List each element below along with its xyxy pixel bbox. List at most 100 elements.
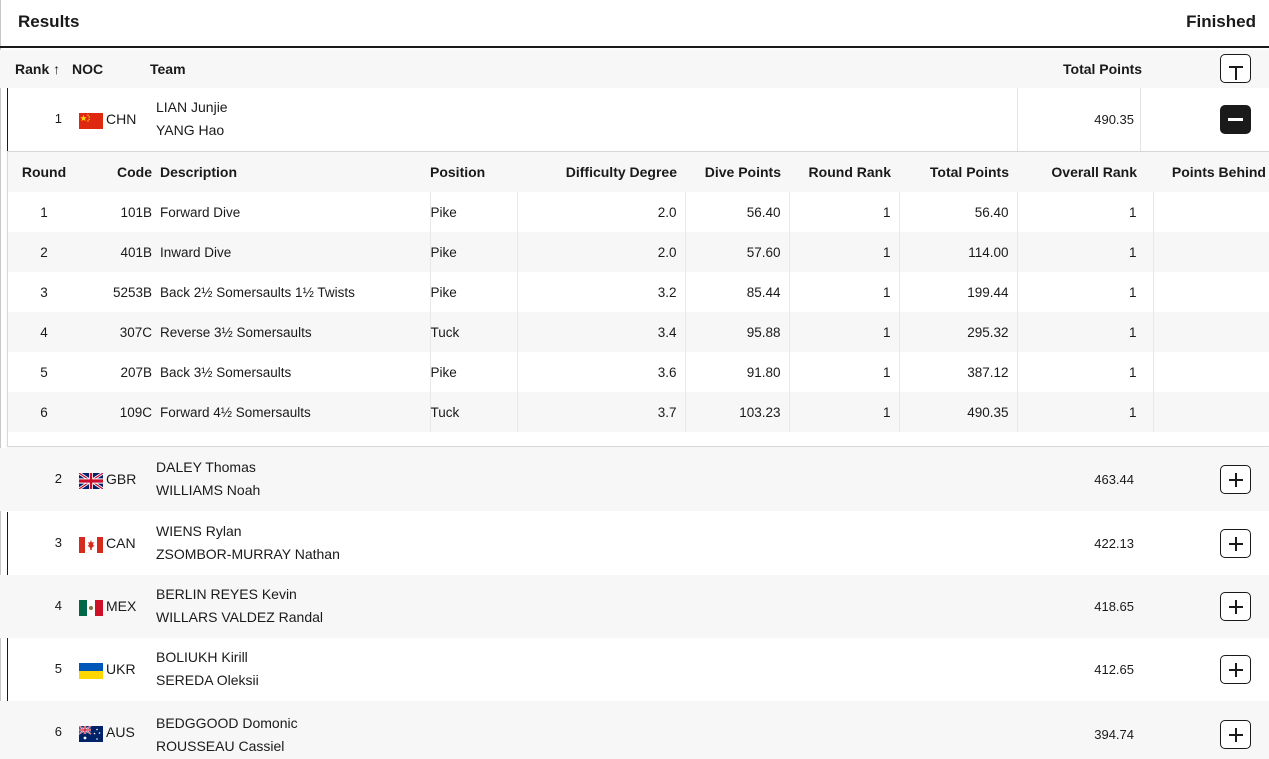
- dive-difficulty: 2.0: [517, 232, 686, 272]
- team-row-mex[interactable]: 4 MEX BERLIN REYES Kevin WILLARS VALDEZ …: [0, 575, 1269, 638]
- team-row-aus[interactable]: 6 AUS BEDGGOOD Domonic ROUSSEAU Cassiel …: [0, 701, 1269, 759]
- expand-button[interactable]: [1220, 465, 1251, 494]
- athlete-name[interactable]: BOLIUKH Kirill: [156, 649, 248, 665]
- dive-points-column-header: Dive Points: [685, 152, 789, 192]
- dive-points-behind: [1153, 232, 1269, 272]
- dive-dive-points: 91.80: [685, 352, 790, 392]
- dive-round-rank: 1: [789, 192, 900, 232]
- round-column-header: Round: [8, 152, 80, 192]
- team-rank: 6: [54, 724, 62, 739]
- dive-code: 307C: [80, 312, 152, 352]
- athlete-name[interactable]: BERLIN REYES Kevin: [156, 586, 297, 602]
- dive-details-panel: Round Code Description Position Difficul…: [7, 151, 1269, 447]
- athlete-name[interactable]: YANG Hao: [156, 122, 224, 138]
- expand-button[interactable]: [1220, 720, 1251, 749]
- team-total-points: 394.74: [1094, 727, 1134, 742]
- expand-button[interactable]: [1220, 655, 1251, 684]
- dive-points-behind: [1153, 392, 1269, 432]
- position-column-header: Position: [430, 152, 517, 192]
- athlete-name[interactable]: LIAN Junjie: [156, 99, 228, 115]
- dive-row: 4 307C Reverse 3½ Somersaults Tuck 3.4 95.88 1…: [8, 312, 1269, 352]
- dive-points-behind: [1153, 312, 1269, 352]
- page-title: Results: [18, 12, 80, 31]
- dive-position: Pike: [430, 352, 518, 392]
- team-noc: CAN: [106, 535, 136, 551]
- dive-position: Tuck: [430, 312, 518, 352]
- australia-flag-icon: [79, 726, 103, 742]
- dive-code: 5253B: [112, 284, 152, 300]
- overall-rank-column-header: Overall Rank: [1017, 152, 1153, 192]
- team-row-ukr[interactable]: 5 UKR BOLIUKH Kirill SEREDA Oleksii 412.…: [0, 638, 1269, 701]
- dive-row: 1 101B Forward Dive Pike 2.0 56.40 1 56.40 1: [8, 192, 1269, 232]
- dive-total-points: 114.00: [899, 232, 1018, 272]
- dive-points-behind: [1153, 272, 1269, 312]
- noc-column-header[interactable]: NOC: [72, 61, 103, 77]
- dive-difficulty: 2.0: [517, 192, 686, 232]
- dive-round: 3: [40, 284, 48, 300]
- collapse-button[interactable]: [1220, 105, 1251, 134]
- dive-row: 3 5253B Back 2½ Somersaults 1½ Twists Pike 3…: [8, 272, 1269, 312]
- dive-dive-points: 57.60: [685, 232, 790, 272]
- dive-overall-rank: 1: [1017, 392, 1154, 432]
- dive-position: Pike: [430, 232, 518, 272]
- team-column-header[interactable]: Team: [150, 61, 186, 77]
- athlete-name[interactable]: DALEY Thomas: [156, 459, 256, 475]
- team-row-can[interactable]: 3 CAN WIENS Rylan ZSOMBOR-MURRAY Nathan …: [0, 512, 1269, 575]
- dive-dive-points: 85.44: [685, 272, 790, 312]
- china-flag-icon: [79, 113, 103, 129]
- dive-total-points: 295.32: [899, 312, 1018, 352]
- minus-icon: [1228, 118, 1243, 121]
- plus-icon-vertical: [1234, 599, 1237, 614]
- athlete-name[interactable]: ZSOMBOR-MURRAY Nathan: [156, 546, 340, 562]
- athlete-name[interactable]: WILLARS VALDEZ Randal: [156, 609, 323, 625]
- dive-difficulty: 3.2: [517, 272, 686, 312]
- dive-description: Back 2½ Somersaults 1½ Twists: [152, 272, 431, 312]
- athlete-name[interactable]: WILLIAMS Noah: [156, 482, 260, 498]
- dive-round-rank: 1: [789, 272, 900, 312]
- dive-position: Pike: [430, 272, 518, 312]
- team-noc: MEX: [106, 598, 137, 614]
- dive-description: Reverse 3½ Somersaults: [152, 312, 431, 352]
- team-noc: AUS: [106, 724, 135, 740]
- dive-description: Forward Dive: [152, 192, 431, 232]
- plus-icon-vertical: [1234, 662, 1237, 677]
- row-marker: [7, 512, 8, 575]
- plus-icon-vertical: [1234, 536, 1237, 551]
- team-total-points: 490.35: [1094, 112, 1134, 127]
- plus-icon-vertical: [1234, 727, 1237, 742]
- team-row-chn[interactable]: 1 CHN LIAN Junjie YANG Hao 490.35: [0, 88, 1269, 151]
- rank-column-header[interactable]: Rank ↑: [15, 61, 60, 77]
- uk-flag-icon: [79, 473, 103, 489]
- expand-button[interactable]: [1220, 592, 1251, 621]
- dive-total-points: 490.35: [899, 392, 1018, 432]
- dive-difficulty: 3.6: [517, 352, 686, 392]
- athlete-name[interactable]: WIENS Rylan: [156, 523, 242, 539]
- dive-code: 401B: [80, 232, 152, 272]
- dive-total-points: 56.40: [899, 192, 1018, 232]
- team-row-gbr[interactable]: 2 GBR DALEY Thomas WILLIAMS Noah 463.44: [0, 448, 1269, 511]
- dive-overall-rank: 1: [1017, 192, 1154, 232]
- expand-all-button[interactable]: [1220, 54, 1251, 83]
- dive-row: 2 401B Inward Dive Pike 2.0 57.60 1 114.00 1: [8, 232, 1269, 272]
- total-points-column-header[interactable]: Total Points: [1063, 61, 1142, 77]
- dive-row: 6 109C Forward 4½ Somersaults Tuck 3.7 103.23…: [8, 392, 1269, 432]
- dive-round-rank: 1: [789, 232, 900, 272]
- dive-round: 6: [8, 392, 80, 432]
- description-column-header: Description: [152, 152, 430, 192]
- athlete-name[interactable]: BEDGGOOD Domonic: [156, 715, 298, 731]
- dive-dive-points: 103.23: [685, 392, 790, 432]
- dive-code: 207B: [120, 364, 152, 380]
- dive-difficulty: 3.7: [517, 392, 686, 432]
- difficulty-column-header: Difficulty Degree: [517, 152, 685, 192]
- dive-overall-rank: 1: [1017, 352, 1154, 392]
- team-noc: GBR: [106, 471, 137, 487]
- team-rank: 5: [54, 661, 62, 676]
- points-behind-column-header: Points Behind: [1153, 152, 1269, 192]
- athlete-name[interactable]: ROUSSEAU Cassiel: [156, 738, 284, 754]
- dive-round: 4: [8, 312, 80, 352]
- dive-round: 5: [40, 364, 48, 380]
- athlete-name[interactable]: SEREDA Oleksii: [156, 672, 259, 688]
- dive-position: Pike: [430, 192, 518, 232]
- code-column-header: Code: [80, 152, 152, 192]
- expand-button[interactable]: [1220, 529, 1251, 558]
